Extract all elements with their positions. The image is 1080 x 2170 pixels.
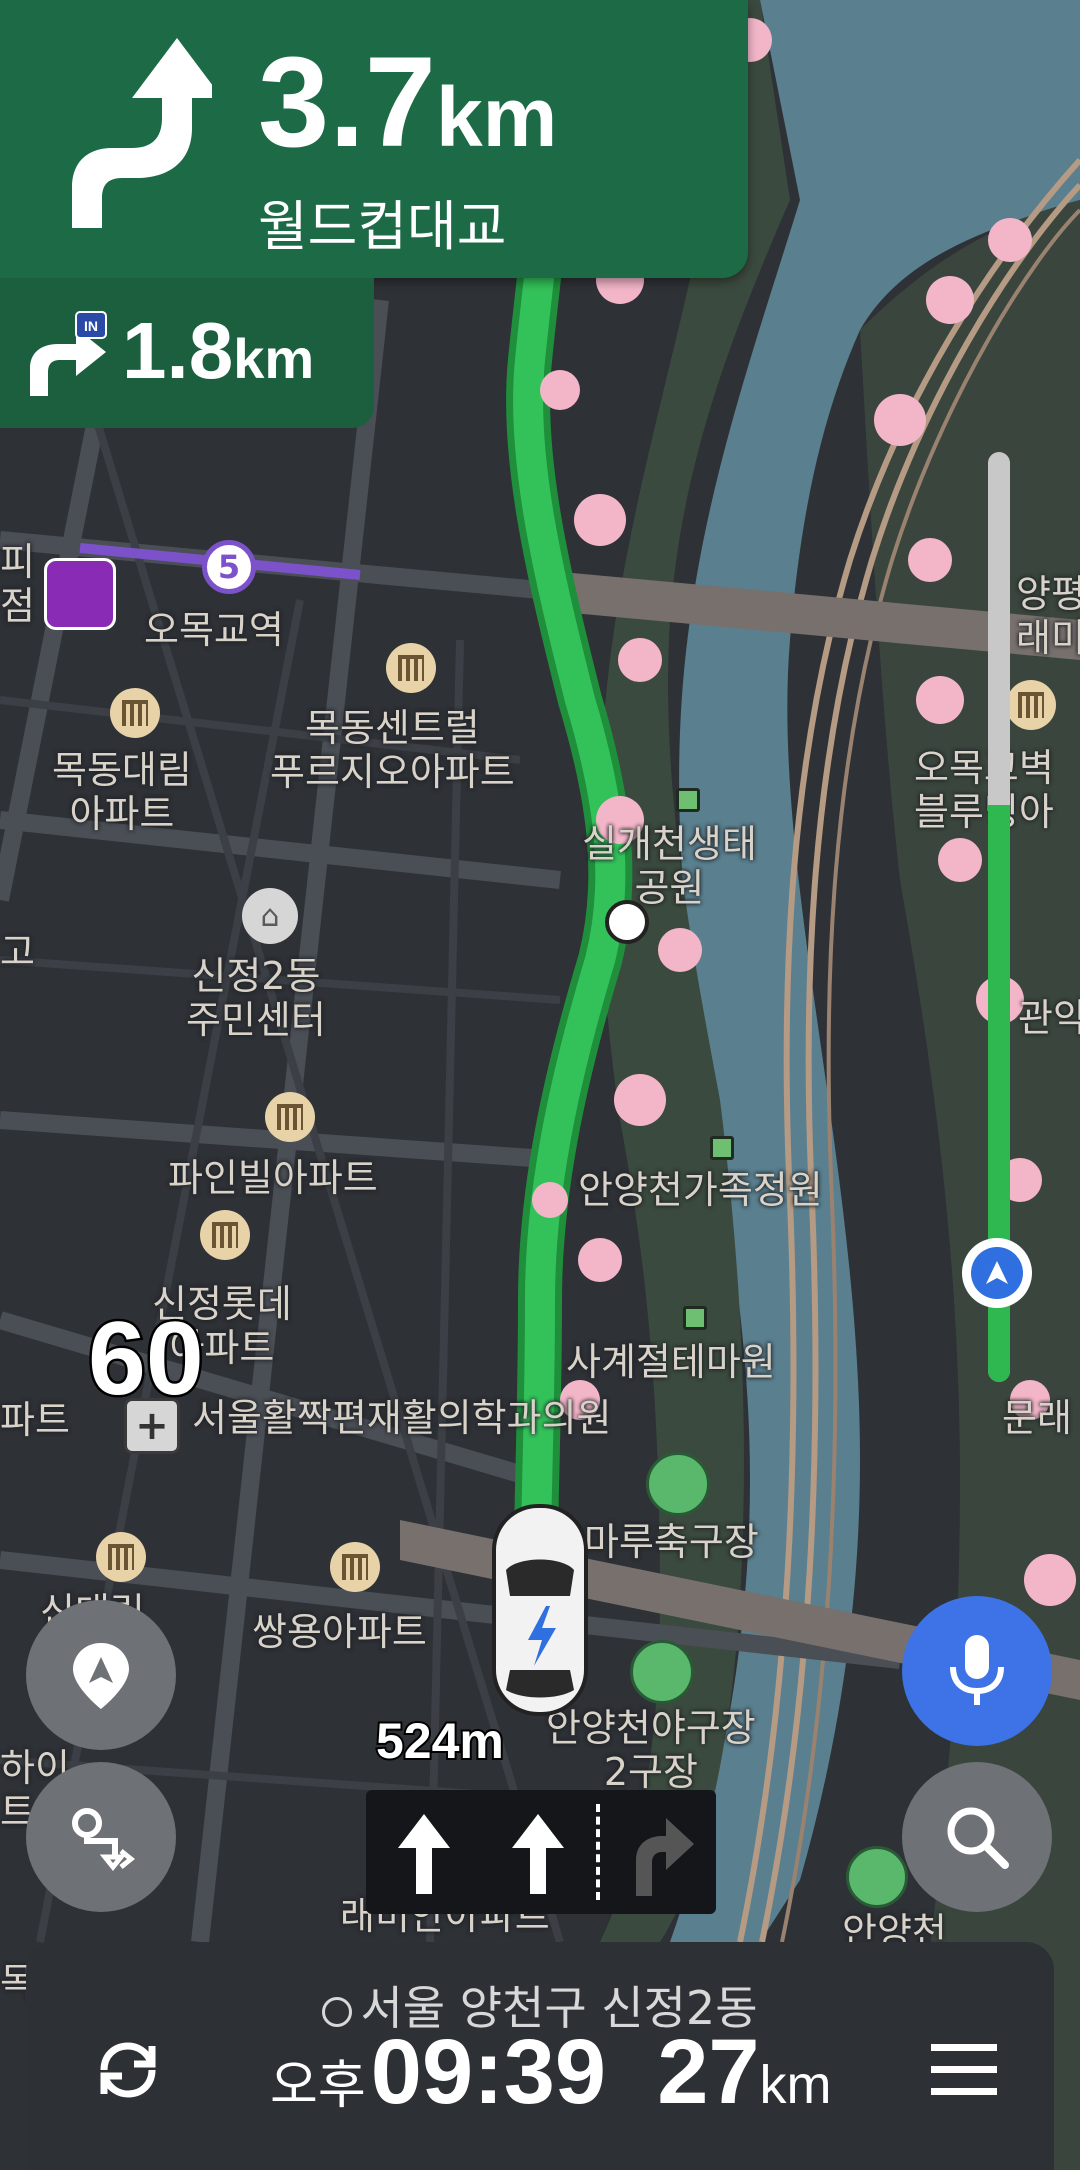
lane-guidance-distance: 524m xyxy=(374,1711,506,1771)
building-icon xyxy=(96,1532,146,1582)
microphone-icon xyxy=(950,1635,1004,1705)
location-pin-icon xyxy=(73,1643,129,1709)
park-marker xyxy=(710,1136,734,1160)
turn-distance-value: 3.7 xyxy=(258,31,436,174)
map-label-clinic: 서울활짝편재활의학과의원 xyxy=(192,1396,612,1440)
map-label-edge: 관악 xyxy=(1018,996,1080,1040)
map-label-edge: 문래 xyxy=(1002,1396,1072,1440)
next-turn-distance-unit: km xyxy=(233,327,315,390)
turn-distance-unit: km xyxy=(435,70,558,164)
map-label-edge: 피 점 xyxy=(0,540,35,628)
current-position-marker-icon xyxy=(962,1238,1032,1308)
remaining-distance-unit: km xyxy=(759,2055,832,2115)
map-label-edge: 고 xyxy=(0,930,35,974)
building-icon xyxy=(330,1542,380,1592)
lane-straight-arrow-icon xyxy=(512,1814,564,1894)
next-turn-distance: 1.8km xyxy=(122,306,314,404)
highway-exit-right-icon: IN xyxy=(30,311,107,396)
park-icon xyxy=(846,1846,908,1908)
speed-limit: 60 xyxy=(86,1299,207,1420)
menu-button[interactable] xyxy=(916,2022,1012,2118)
metro-line-5-icon: 5 xyxy=(202,540,256,594)
map-label-park: 실개천생태 공원 xyxy=(582,822,757,910)
turn-arrow-icon xyxy=(72,38,212,228)
map-label-apartment: 파인빌아파트 xyxy=(168,1156,378,1200)
building-icon xyxy=(386,643,436,693)
route-options-button[interactable] xyxy=(26,1762,176,1912)
arrival-ampm: 오후 xyxy=(270,2056,366,2116)
voice-command-button[interactable] xyxy=(902,1596,1052,1746)
building-icon xyxy=(110,688,160,738)
soccer-field-icon xyxy=(646,1452,710,1516)
highway-badge-text: IN xyxy=(84,318,98,334)
search-icon xyxy=(947,1807,1009,1869)
route-swap-icon xyxy=(72,1808,136,1872)
map-label-garden: 안양천가족정원 xyxy=(578,1168,823,1212)
next-turn-distance-value: 1.8 xyxy=(122,306,234,395)
next-turn-card[interactable]: IN 1.8km xyxy=(0,278,374,428)
park-marker xyxy=(676,788,700,812)
map-label-edge: 파트 xyxy=(0,1398,70,1442)
map-label-community-center: 신정2동 주민센터 xyxy=(186,954,326,1042)
building-icon xyxy=(200,1210,250,1260)
trip-info-bar: 서울 양천구 신정2동 오후 09:39 27km xyxy=(26,1942,1054,2170)
turn-instruction-card[interactable]: 3.7km 월드컵대교 xyxy=(0,0,748,278)
map-label-apartment: 쌍용아파트 xyxy=(252,1610,427,1654)
map-label-soccer-field: 마루축구장 xyxy=(584,1520,759,1564)
shopping-poi-icon xyxy=(44,558,116,630)
arrival-info: 오후 09:39 27km xyxy=(270,2020,832,2125)
remaining-distance-value: 27 xyxy=(657,2021,760,2123)
turn-distance: 3.7km xyxy=(258,38,557,182)
search-button[interactable] xyxy=(902,1762,1052,1912)
community-center-icon: ⌂ xyxy=(242,888,298,944)
lane-guidance-panel xyxy=(366,1790,716,1914)
lane-divider xyxy=(596,1804,600,1900)
map-label-edge: 양평 래미안 xyxy=(1016,572,1080,660)
baseball-field-icon xyxy=(630,1640,694,1704)
refresh-button[interactable] xyxy=(80,2022,176,2118)
park-marker xyxy=(683,1306,707,1330)
arrival-time: 09:39 xyxy=(370,2021,607,2123)
lane-straight-arrow-icon xyxy=(398,1814,450,1894)
map-label-edge: 오목교벽 블루밍아 xyxy=(914,746,1054,834)
lane-right-turn-arrow-icon xyxy=(636,1818,694,1896)
turn-road-name: 월드컵대교 xyxy=(258,195,507,258)
map-label-theme-garden: 사계절테마원 xyxy=(566,1340,776,1384)
map-label-apartment: 목동센트럴 푸르지오아파트 xyxy=(270,706,515,794)
hamburger-menu-icon xyxy=(931,2044,997,2095)
building-icon xyxy=(265,1092,315,1142)
vehicle-marker-icon xyxy=(492,1504,588,1716)
map-label-station: 오목교역 xyxy=(144,608,284,652)
recenter-location-button[interactable] xyxy=(26,1600,176,1750)
map-label-apartment: 목동대림 아파트 xyxy=(52,748,192,836)
refresh-icon xyxy=(100,2042,156,2098)
building-icon xyxy=(1006,680,1056,730)
